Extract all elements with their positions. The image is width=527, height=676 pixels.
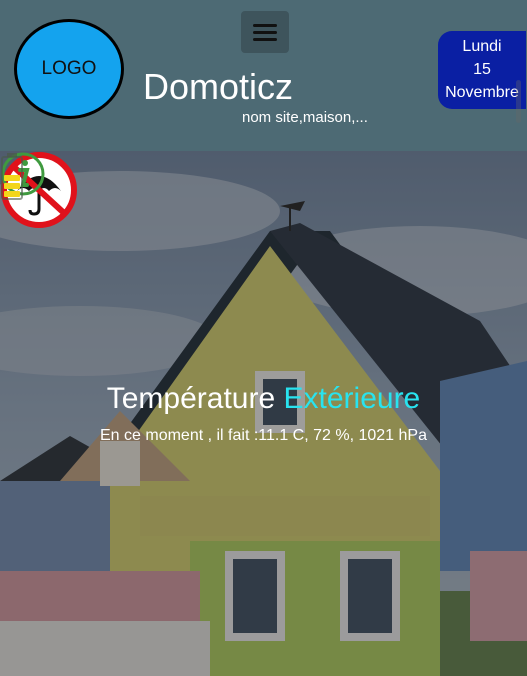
date-day-number: 15 <box>473 61 491 78</box>
battery-icon[interactable] <box>0 151 24 201</box>
date-day-name: Lundi <box>462 38 502 55</box>
menu-button[interactable] <box>241 11 289 53</box>
hero-section: Température Extérieure En ce moment , il… <box>0 151 527 676</box>
site-title: Domoticz <box>143 66 294 107</box>
logo-text: LOGO <box>41 58 97 79</box>
temperature-title-accent: Extérieure <box>283 382 421 415</box>
hamburger-menu-icon <box>253 30 277 34</box>
date-month: Novembre <box>445 84 519 101</box>
date-badge: Lundi 15 Novembre <box>438 31 526 109</box>
temperature-title-main: Température <box>106 382 276 415</box>
hamburger-menu-icon <box>253 23 277 27</box>
hamburger-menu-icon <box>253 37 277 41</box>
temperature-title: Température Extérieure <box>0 382 527 416</box>
scrollbar[interactable] <box>516 80 521 123</box>
header: LOGO Domoticz nom site,maison,... Lundi … <box>0 0 527 151</box>
current-weather-text: En ce moment , il fait :11.1 C, 72 %, 10… <box>100 427 427 444</box>
logo[interactable]: LOGO <box>14 19 124 119</box>
site-subtitle: nom site,maison,... <box>242 109 368 126</box>
page: LOGO Domoticz nom site,maison,... Lundi … <box>0 0 527 676</box>
